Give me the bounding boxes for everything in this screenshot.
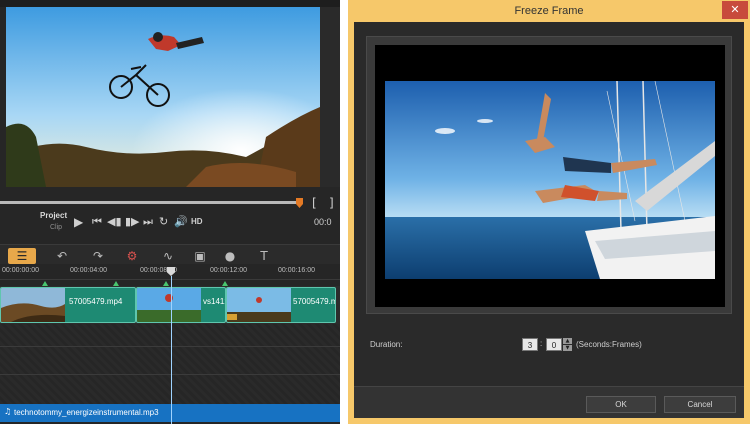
timeline-toolbar: ☰ ↶ ↷ ⚙ ∿ ▣ ● T bbox=[0, 244, 340, 266]
media-effects-icon[interactable]: ⚙ bbox=[122, 248, 142, 264]
clip-label: 57005479.mp4 bbox=[293, 297, 335, 306]
duration-label: Duration: bbox=[370, 340, 403, 349]
preview-frame-image bbox=[6, 7, 320, 187]
ruler-tick: 00:00:00:00 bbox=[2, 267, 39, 274]
title-text-icon[interactable]: T bbox=[254, 248, 274, 264]
window-gap bbox=[340, 0, 348, 424]
snapshot-icon[interactable]: ▣ bbox=[190, 248, 210, 264]
project-mode-toggle[interactable]: Project bbox=[40, 211, 67, 220]
transport-controls: Project Clip ▶ ⏮ ◀▮ ▮▶ ⏭ ↻ 🔊 HD 00:0 bbox=[0, 208, 340, 240]
frozen-frame-image bbox=[385, 81, 715, 279]
undo-icon[interactable]: ↶ bbox=[52, 248, 72, 264]
timeline-view-icon[interactable]: ☰ bbox=[8, 248, 36, 264]
skip-to-end-icon[interactable]: ⏭ bbox=[143, 216, 153, 228]
redo-icon[interactable]: ↷ bbox=[88, 248, 108, 264]
clip-label: 57005479.mp4 bbox=[69, 297, 123, 306]
ok-button[interactable]: OK bbox=[586, 396, 656, 413]
timecode-display: 00:0 bbox=[314, 217, 332, 227]
clip-thumbnail bbox=[1, 288, 65, 322]
volume-icon[interactable]: 🔊 bbox=[174, 216, 188, 228]
dialog-body: Duration: 3 : 0 ▲ ▼ (Seconds:Frames) OK … bbox=[354, 22, 744, 418]
skip-to-start-icon[interactable]: ⏮ bbox=[92, 216, 102, 228]
duration-seconds-field[interactable]: 3 bbox=[522, 338, 538, 351]
freeze-frame-dialog: Freeze Frame ✕ Duration: 3: 0 ▲ ▼ (Seco… bbox=[348, 0, 750, 424]
video-editor-panel: [ ] Project Clip ▶ ⏮ ◀▮ ▮▶ ⏭ ↻ 🔊 HD 00:0… bbox=[0, 0, 340, 424]
editor-top-bar bbox=[0, 0, 340, 7]
ruler-tick: 00:00:16:00 bbox=[278, 267, 315, 274]
ruler-tick: 00:00:12:00 bbox=[210, 267, 247, 274]
loop-icon[interactable]: ↻ bbox=[159, 216, 168, 228]
play-icon[interactable]: ▶ bbox=[74, 216, 83, 228]
scrubber-handle[interactable] bbox=[296, 198, 303, 208]
clip-label: vs1412 bbox=[203, 297, 225, 306]
clip-thumbnail bbox=[137, 288, 201, 322]
empty-tracks bbox=[0, 324, 340, 404]
video-track: 57005479.mp4 vs1412 bbox=[0, 286, 340, 324]
link-clips-icon[interactable]: ● bbox=[220, 248, 240, 264]
hd-preview-toggle[interactable]: HD bbox=[191, 217, 203, 226]
next-frame-icon[interactable]: ▮▶ bbox=[125, 216, 140, 228]
dialog-footer: OK Cancel bbox=[354, 386, 744, 418]
duration-frames-field[interactable]: 0 bbox=[546, 338, 562, 351]
audio-track-clip[interactable]: ♫ technotommy_energizeinstrumental.mp3 bbox=[0, 404, 340, 422]
spin-up-icon[interactable]: ▲ bbox=[563, 338, 572, 344]
ruler-tick: 00:00:04:00 bbox=[70, 267, 107, 274]
dialog-title: Freeze Frame bbox=[514, 5, 584, 17]
playhead-line bbox=[171, 276, 172, 424]
preview-window bbox=[6, 7, 320, 187]
timeline-clip[interactable]: 57005479.mp4 bbox=[226, 287, 336, 323]
preview-scrubber[interactable] bbox=[0, 198, 303, 208]
audio-clip-label: technotommy_energizeinstrumental.mp3 bbox=[14, 408, 159, 417]
track-divider bbox=[0, 374, 340, 375]
audio-waveform-icon[interactable]: ∿ bbox=[158, 248, 178, 264]
clip-thumbnail bbox=[227, 288, 291, 322]
timeline-clip[interactable]: 57005479.mp4 bbox=[0, 287, 136, 323]
duration-spinner[interactable]: ▲ ▼ bbox=[563, 338, 572, 351]
frame-preview-border bbox=[366, 36, 732, 314]
frame-preview bbox=[375, 45, 725, 307]
spin-down-icon[interactable]: ▼ bbox=[563, 345, 572, 351]
duration-units-label: (Seconds:Frames) bbox=[576, 340, 642, 349]
close-icon[interactable]: ✕ bbox=[722, 1, 748, 19]
music-note-icon: ♫ bbox=[4, 407, 12, 416]
track-divider bbox=[0, 346, 340, 347]
previous-frame-icon[interactable]: ◀▮ bbox=[107, 216, 122, 228]
screen: [ ] Project Clip ▶ ⏮ ◀▮ ▮▶ ⏭ ↻ 🔊 HD 00:0… bbox=[0, 0, 750, 424]
clip-mode-toggle[interactable]: Clip bbox=[50, 224, 62, 231]
cancel-button[interactable]: Cancel bbox=[664, 396, 736, 413]
preview-side-panel bbox=[320, 7, 340, 187]
duration-separator: : bbox=[540, 339, 543, 348]
timeline-clip[interactable]: vs1412 bbox=[136, 287, 226, 323]
scrubber-track[interactable] bbox=[0, 201, 300, 204]
